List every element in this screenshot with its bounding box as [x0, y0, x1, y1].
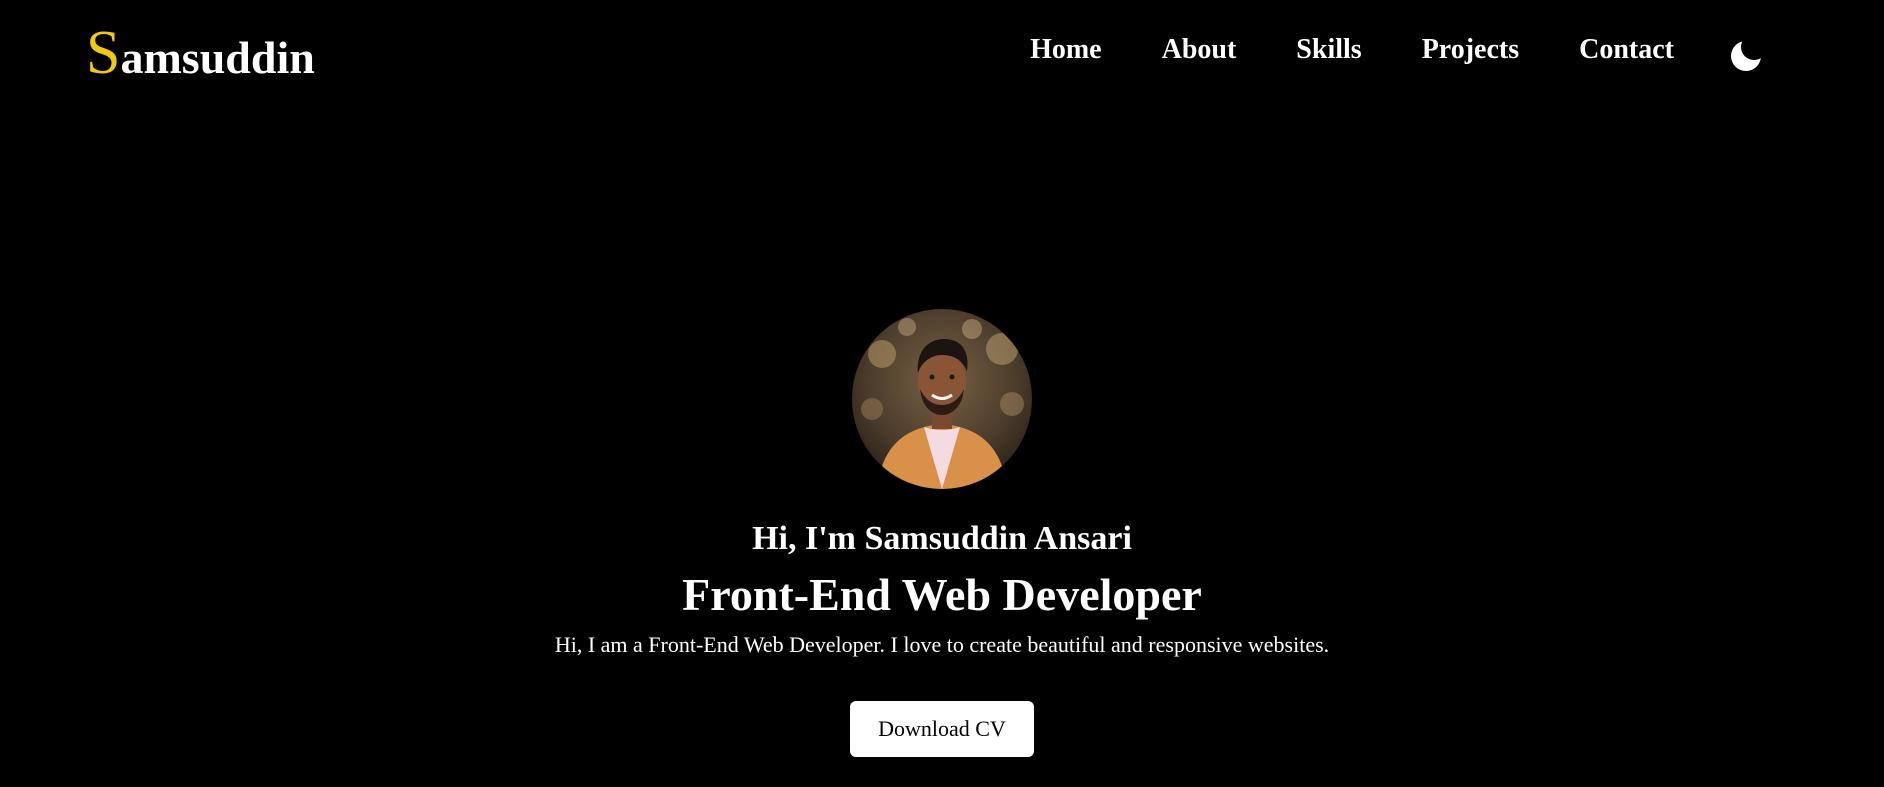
- hero-greeting: Hi, I'm Samsuddin Ansari: [752, 520, 1132, 557]
- download-cv-button[interactable]: Download CV: [850, 701, 1034, 757]
- page: Samsuddin Home About Skills Projects Con…: [0, 0, 1884, 787]
- hero-section: Hi, I'm Samsuddin Ansari Front-End Web D…: [0, 300, 1884, 757]
- nav-item-home: Home: [1030, 36, 1102, 64]
- nav-link-skills[interactable]: Skills: [1296, 34, 1361, 65]
- profile-avatar: [852, 309, 1032, 489]
- moon-icon: [1731, 41, 1761, 71]
- nav-link-about[interactable]: About: [1162, 34, 1237, 65]
- brand-logo[interactable]: Samsuddin: [86, 22, 315, 84]
- nav-item-about: About: [1162, 36, 1237, 64]
- nav-item-contact: Contact: [1579, 36, 1674, 64]
- hero-tagline: Hi, I am a Front-End Web Developer. I lo…: [554, 632, 1330, 657]
- navbar: Samsuddin Home About Skills Projects Con…: [0, 0, 1884, 110]
- nav-item-projects: Projects: [1422, 36, 1519, 64]
- nav-link-home[interactable]: Home: [1030, 34, 1102, 65]
- theme-toggle-button[interactable]: [1730, 38, 1764, 72]
- nav-link-projects[interactable]: Projects: [1422, 34, 1519, 65]
- brand-name-rest: amsuddin: [120, 32, 315, 83]
- profile-photo: [852, 309, 1032, 489]
- hero-role-title: Front-End Web Developer: [682, 569, 1202, 620]
- brand-initial: S: [86, 19, 121, 87]
- nav-item-skills: Skills: [1296, 36, 1361, 64]
- nav-link-contact[interactable]: Contact: [1579, 34, 1674, 65]
- nav-menu: Home About Skills Projects Contact: [1030, 36, 1674, 64]
